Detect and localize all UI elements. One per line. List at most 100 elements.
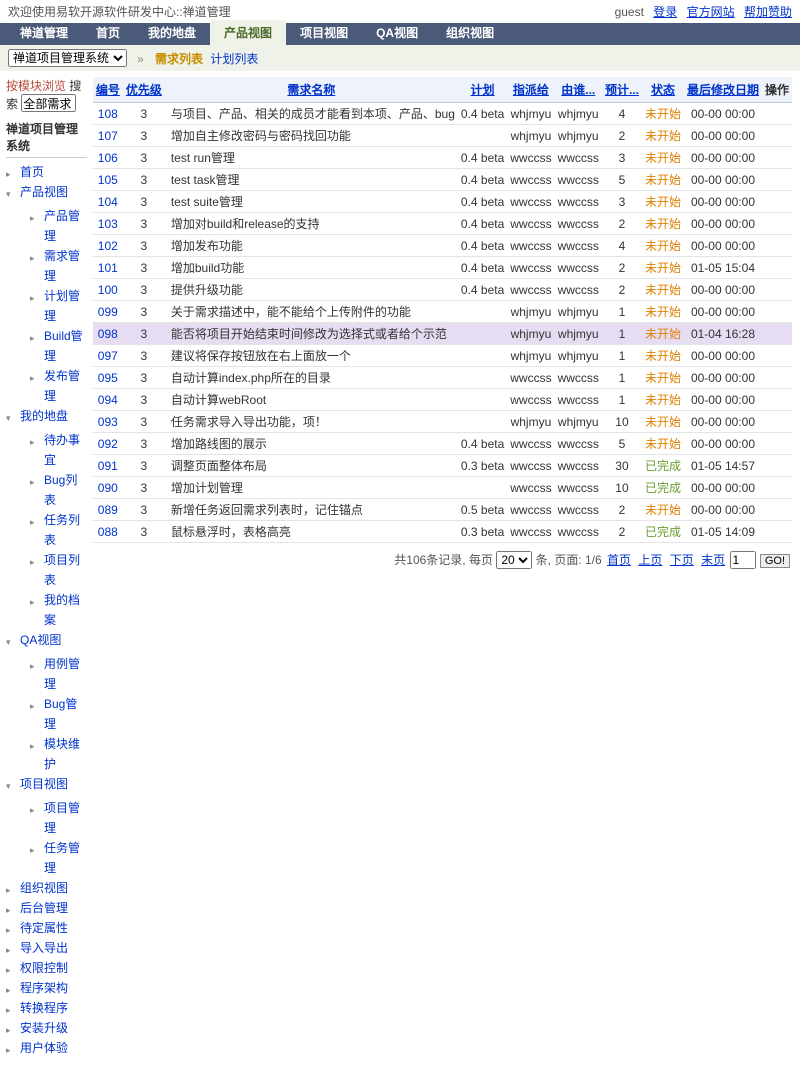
- tree-node[interactable]: 产品视图产品管理需求管理计划管理Build管理发布管理: [6, 182, 87, 406]
- tree-node[interactable]: QA视图用例管理 Bug管理模块维护: [6, 630, 87, 774]
- cell-id[interactable]: 095: [93, 367, 123, 389]
- cell-id-link[interactable]: 097: [98, 349, 118, 363]
- tree-subnode[interactable]: 项目管理: [30, 798, 87, 838]
- pager-perpage[interactable]: 20: [496, 551, 532, 569]
- cell-id[interactable]: 089: [93, 499, 123, 521]
- tree-node[interactable]: 首页: [6, 162, 87, 182]
- donate-link[interactable]: 帮加赞助: [744, 5, 792, 19]
- cell-id[interactable]: 103: [93, 213, 123, 235]
- tree-link[interactable]: 权限控制: [20, 961, 68, 975]
- tree-subnode[interactable]: Build管理: [30, 326, 87, 366]
- cell-id-link[interactable]: 107: [98, 129, 118, 143]
- tree-subnode[interactable]: 发布管理: [30, 366, 87, 406]
- tab-2[interactable]: 我的地盘: [134, 20, 210, 45]
- cell-id[interactable]: 101: [93, 257, 123, 279]
- tab-6[interactable]: 组织视图: [432, 20, 508, 45]
- tree-link[interactable]: QA视图: [20, 633, 61, 647]
- tree-subnode[interactable]: 用例管理: [30, 654, 87, 694]
- tree-node[interactable]: 程序架构: [6, 978, 87, 998]
- cell-id-link[interactable]: 101: [98, 261, 118, 275]
- cell-id[interactable]: 094: [93, 389, 123, 411]
- tree-node[interactable]: 项目视图项目管理任务管理: [6, 774, 87, 878]
- tree-link[interactable]: 待定属性: [20, 921, 68, 935]
- cell-id-link[interactable]: 103: [98, 217, 118, 231]
- cell-id-link[interactable]: 089: [98, 503, 118, 517]
- tree-sublink[interactable]: 需求管理: [44, 249, 80, 283]
- cell-id-link[interactable]: 100: [98, 283, 118, 297]
- tree-sublink[interactable]: 待办事宜: [44, 433, 80, 467]
- tree-subnode[interactable]: 我的档案: [30, 590, 87, 630]
- cell-id[interactable]: 097: [93, 345, 123, 367]
- tree-subnode[interactable]: Bug列表: [30, 470, 87, 510]
- tree-link[interactable]: 我的地盘: [20, 409, 68, 423]
- tree-sublink[interactable]: 用例管理: [44, 657, 80, 691]
- tree-link[interactable]: 程序架构: [20, 981, 68, 995]
- col-est[interactable]: 预计...: [605, 83, 639, 97]
- tree-link[interactable]: 安装升级: [20, 1021, 68, 1035]
- official-site-link[interactable]: 官方网站: [687, 5, 735, 19]
- tree-link[interactable]: 转换程序: [20, 1001, 68, 1015]
- tree-link[interactable]: 组织视图: [20, 881, 68, 895]
- tree-sublink[interactable]: Bug列表: [44, 473, 77, 507]
- tree-subnode[interactable]: 需求管理: [30, 246, 87, 286]
- tab-3[interactable]: 产品视图: [210, 20, 286, 45]
- tree-subnode[interactable]: 模块维护: [30, 734, 87, 774]
- tree-node[interactable]: 安装升级: [6, 1018, 87, 1038]
- tree-sublink[interactable]: Build管理: [44, 329, 83, 363]
- cell-id-link[interactable]: 088: [98, 525, 118, 539]
- tree-sublink[interactable]: 我的档案: [44, 593, 80, 627]
- tab-1[interactable]: 首页: [82, 20, 134, 45]
- cell-id-link[interactable]: 094: [98, 393, 118, 407]
- cell-id[interactable]: 088: [93, 521, 123, 543]
- cell-id-link[interactable]: 098: [98, 327, 118, 341]
- tab-0[interactable]: 禅道管理: [6, 20, 82, 45]
- cell-id-link[interactable]: 090: [98, 481, 118, 495]
- col-pri[interactable]: 优先级: [126, 83, 162, 97]
- col-status[interactable]: 状态: [651, 83, 675, 97]
- cell-id[interactable]: 108: [93, 103, 123, 125]
- tree-sublink[interactable]: 项目列表: [44, 553, 80, 587]
- cell-id[interactable]: 090: [93, 477, 123, 499]
- cell-id[interactable]: 099: [93, 301, 123, 323]
- pager-next[interactable]: 下页: [670, 553, 694, 567]
- tree-sublink[interactable]: 产品管理: [44, 209, 80, 243]
- tree-link[interactable]: 后台管理: [20, 901, 68, 915]
- tree-node[interactable]: 我的地盘待办事宜 Bug列表任务列表项目列表我的档案: [6, 406, 87, 630]
- subbar-crumb-2[interactable]: 计划列表: [210, 52, 258, 66]
- col-id[interactable]: 编号: [96, 83, 120, 97]
- search-input[interactable]: [21, 94, 76, 112]
- cell-id-link[interactable]: 104: [98, 195, 118, 209]
- cell-id[interactable]: 091: [93, 455, 123, 477]
- tree-node[interactable]: 权限控制: [6, 958, 87, 978]
- tree-link[interactable]: 首页: [20, 165, 44, 179]
- cell-id[interactable]: 104: [93, 191, 123, 213]
- tree-subnode[interactable]: 产品管理: [30, 206, 87, 246]
- cell-id-link[interactable]: 091: [98, 459, 118, 473]
- cell-id-link[interactable]: 108: [98, 107, 118, 121]
- cell-id-link[interactable]: 099: [98, 305, 118, 319]
- tree-node[interactable]: 导入导出: [6, 938, 87, 958]
- cell-id-link[interactable]: 093: [98, 415, 118, 429]
- tree-link[interactable]: 导入导出: [20, 941, 68, 955]
- tree-subnode[interactable]: 任务管理: [30, 838, 87, 878]
- tree-subnode[interactable]: 任务列表: [30, 510, 87, 550]
- col-from[interactable]: 由谁...: [561, 83, 595, 97]
- tab-4[interactable]: 项目视图: [286, 20, 362, 45]
- pager-last[interactable]: 末页: [701, 553, 725, 567]
- cell-id-link[interactable]: 092: [98, 437, 118, 451]
- cell-id[interactable]: 093: [93, 411, 123, 433]
- cell-id-link[interactable]: 106: [98, 151, 118, 165]
- tree-sublink[interactable]: Bug管理: [44, 697, 77, 731]
- pager-first[interactable]: 首页: [607, 553, 631, 567]
- cell-id-link[interactable]: 095: [98, 371, 118, 385]
- tree-node[interactable]: 转换程序: [6, 998, 87, 1018]
- col-name[interactable]: 需求名称: [287, 83, 335, 97]
- pager-go-button[interactable]: GO!: [760, 554, 790, 568]
- tree-subnode[interactable]: 项目列表: [30, 550, 87, 590]
- product-select[interactable]: 禅道项目管理系统: [8, 49, 127, 67]
- tree-node[interactable]: 待定属性: [6, 918, 87, 938]
- tree-link[interactable]: 用户体验: [20, 1041, 68, 1055]
- cell-id-link[interactable]: 102: [98, 239, 118, 253]
- cell-id[interactable]: 102: [93, 235, 123, 257]
- cell-id[interactable]: 105: [93, 169, 123, 191]
